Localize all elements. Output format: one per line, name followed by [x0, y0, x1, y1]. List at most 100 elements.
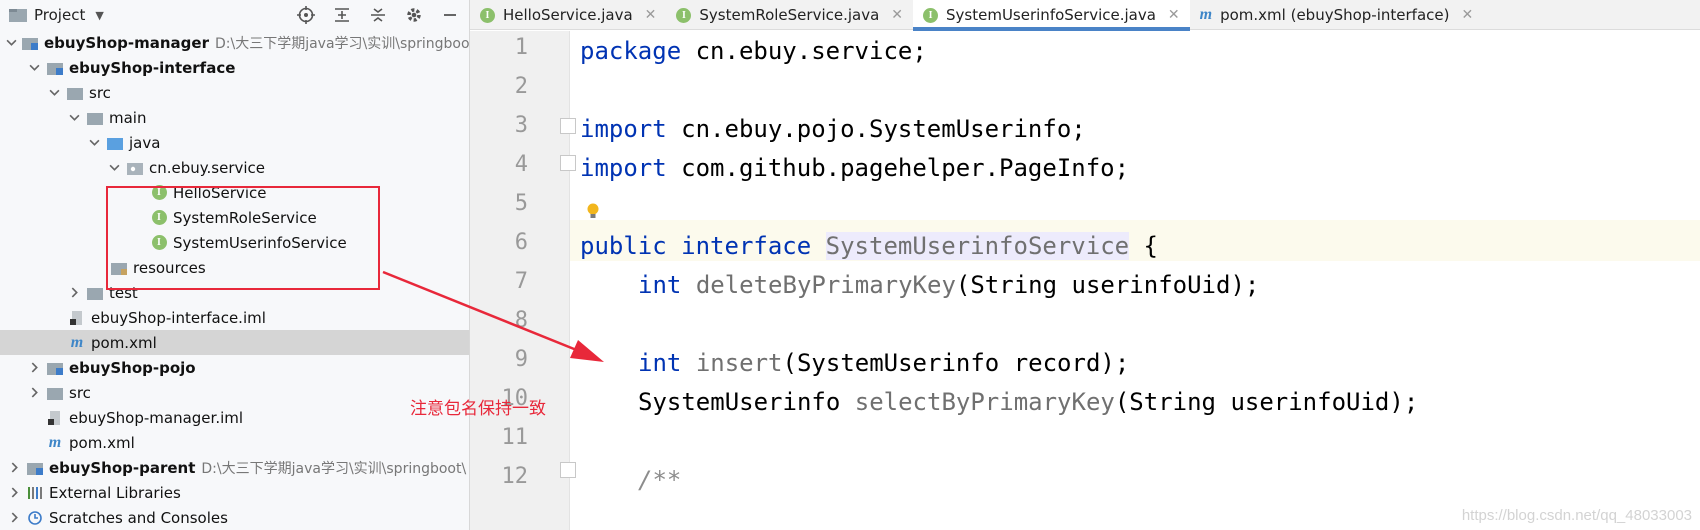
- tree-item-path: D:\大三下学期java学习\实训\springboo: [214, 35, 470, 52]
- tab-systemroleservice[interactable]: I SystemRoleService.java ✕: [666, 0, 913, 30]
- line-number: 11: [501, 425, 529, 450]
- folder-icon: [86, 285, 104, 301]
- tree-item-label: ebuyShop-interface: [69, 58, 236, 77]
- collapse-all-icon[interactable]: [367, 4, 389, 26]
- project-title[interactable]: Project: [34, 6, 85, 24]
- interface-icon: I: [480, 7, 495, 23]
- tree-item-ebuyshop-parent[interactable]: ebuyShop-parent D:\大三下学期java学习\实训\spring…: [0, 455, 469, 480]
- tree-item-manager-pom[interactable]: m pom.xml: [0, 430, 469, 455]
- tab-helloservice[interactable]: I HelloService.java ✕: [470, 0, 666, 30]
- folder-icon: [86, 110, 104, 126]
- tree-item-ebuyshop-interface[interactable]: ebuyShop-interface: [0, 55, 469, 80]
- tree-item-external-libraries[interactable]: External Libraries: [0, 480, 469, 505]
- tab-label: pom.xml (ebuyShop-interface): [1220, 6, 1450, 24]
- expand-all-icon[interactable]: [331, 4, 353, 26]
- annotation-text: 注意包名保持一致: [410, 399, 546, 419]
- line-number: 8: [514, 308, 528, 333]
- tree-item-label: ebuyShop-parent: [49, 458, 196, 477]
- tree-item-manager-iml[interactable]: ebuyShop-manager.iml: [0, 405, 469, 430]
- tree-item-java[interactable]: java: [0, 130, 469, 155]
- tree-item-label: ebuyShop-pojo: [69, 358, 196, 377]
- chevron-right-icon[interactable]: [26, 360, 42, 376]
- tree-item-src[interactable]: src: [0, 80, 469, 105]
- chevron-down-icon[interactable]: [6, 35, 17, 51]
- close-icon[interactable]: ✕: [645, 7, 657, 23]
- chevron-right-icon[interactable]: [6, 460, 22, 476]
- tab-systemuserinfoservice[interactable]: I SystemUserinfoService.java ✕: [913, 0, 1190, 31]
- tree-item-label: main: [109, 108, 147, 127]
- tree-item-label: java: [129, 133, 161, 152]
- chevron-right-icon[interactable]: [6, 485, 22, 501]
- code-text: (SystemUserinfo record);: [782, 349, 1130, 377]
- module-folder-icon: [26, 460, 44, 476]
- package-icon: [126, 160, 144, 176]
- code-line-6: public interface SystemUserinfoService {: [580, 226, 1158, 267]
- source-folder-icon: [106, 135, 124, 151]
- locate-file-icon[interactable]: [295, 4, 317, 26]
- maven-icon: m: [48, 433, 62, 451]
- interface-name: SystemUserinfoService: [825, 232, 1130, 260]
- tree-item-label: ebuyShop-manager.iml: [69, 408, 244, 427]
- gear-icon[interactable]: [403, 4, 425, 26]
- method-name: insert: [695, 349, 783, 377]
- tree-item-label: pom.xml: [91, 333, 157, 352]
- line-number: 1: [514, 35, 528, 60]
- project-header: Project ▼: [0, 0, 469, 30]
- maven-icon: m: [70, 333, 84, 351]
- chevron-down-icon[interactable]: [26, 60, 42, 76]
- tree-item-scratches[interactable]: Scratches and Consoles: [0, 505, 469, 530]
- chevron-right-icon[interactable]: [26, 385, 42, 401]
- close-icon[interactable]: ✕: [891, 7, 903, 23]
- chevron-down-icon[interactable]: [86, 135, 102, 151]
- editor-tab-bar: I HelloService.java ✕ I SystemRoleServic…: [470, 0, 1700, 31]
- tree-item-main[interactable]: main: [0, 105, 469, 130]
- project-window-icon: [8, 7, 28, 23]
- tree-item-src-root[interactable]: src: [0, 380, 469, 405]
- iml-file-icon: [68, 310, 86, 326]
- tree-item-label: src: [69, 383, 91, 402]
- tree-item-interface-pom[interactable]: m pom.xml: [0, 330, 469, 355]
- type-name: SystemUserinfo: [638, 388, 841, 416]
- chevron-down-icon[interactable]: ▼: [95, 9, 103, 22]
- keyword: int: [638, 349, 682, 377]
- chevron-right-icon[interactable]: [66, 285, 82, 301]
- chevron-right-icon[interactable]: [6, 510, 22, 526]
- code-text: (String userinfoUid);: [1114, 388, 1419, 416]
- project-toolbar: [295, 0, 461, 30]
- tree-item-interface-iml[interactable]: ebuyShop-interface.iml: [0, 305, 469, 330]
- code-line-7: int deleteByPrimaryKey(String userinfoUi…: [638, 265, 1259, 306]
- chevron-down-icon[interactable]: [106, 160, 122, 176]
- chevron-down-icon[interactable]: [66, 110, 82, 126]
- keyword: import: [580, 115, 667, 143]
- comment: /**: [638, 466, 682, 494]
- line-number: 6: [514, 230, 528, 255]
- code-line-10: SystemUserinfo selectByPrimaryKey(String…: [638, 382, 1418, 423]
- lightbulb-icon[interactable]: [586, 202, 600, 222]
- line-number: 3: [514, 113, 528, 138]
- tab-label: HelloService.java: [503, 6, 633, 24]
- watermark: https://blog.csdn.net/qq_48033003: [1461, 507, 1692, 524]
- folder-icon: [66, 85, 84, 101]
- code-text: {: [1129, 232, 1158, 260]
- module-folder-icon: [21, 35, 39, 51]
- fold-icon[interactable]: [560, 118, 576, 134]
- fold-icon[interactable]: [560, 155, 576, 171]
- tree-item-ebuyshop-pojo[interactable]: ebuyShop-pojo: [0, 355, 469, 380]
- library-icon: [26, 485, 44, 501]
- keyword: package: [580, 37, 682, 65]
- tree-item-package[interactable]: cn.ebuy.service: [0, 155, 469, 180]
- line-number: 2: [514, 74, 528, 99]
- tree-item-label: ebuyShop-interface.iml: [91, 308, 266, 327]
- close-icon[interactable]: ✕: [1461, 7, 1473, 23]
- line-number: 12: [501, 464, 529, 489]
- tree-item-ebuyshop-manager[interactable]: ebuyShop-manager D:\大三下学期java学习\实训\sprin…: [0, 30, 469, 55]
- folder-icon: [46, 385, 64, 401]
- code-editor[interactable]: 1 2 3 4 5 6 7 8 9 10 11 12 package cn.eb…: [470, 31, 1700, 530]
- tab-label: SystemUserinfoService.java: [946, 6, 1156, 24]
- method-name: selectByPrimaryKey: [854, 388, 1115, 416]
- chevron-down-icon[interactable]: [46, 85, 62, 101]
- tab-pom-xml[interactable]: m pom.xml (ebuyShop-interface) ✕: [1190, 0, 1484, 30]
- fold-icon[interactable]: [560, 462, 576, 478]
- minimize-icon[interactable]: [439, 4, 461, 26]
- close-icon[interactable]: ✕: [1168, 7, 1180, 23]
